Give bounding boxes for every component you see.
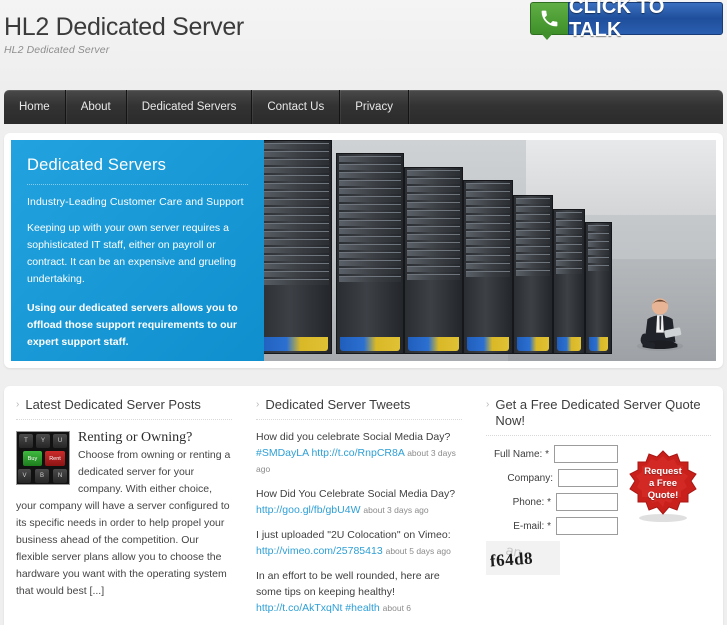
server-rack bbox=[462, 179, 513, 355]
tweets-widget-heading: › Dedicated Server Tweets bbox=[256, 397, 462, 420]
company-row: Company: bbox=[486, 469, 618, 487]
server-rack bbox=[512, 195, 554, 355]
captcha-text: f64d8 bbox=[489, 548, 534, 571]
quote-widget-heading: › Get a Free Dedicated Server Quote Now! bbox=[486, 397, 711, 436]
key-v: V bbox=[18, 469, 31, 483]
main-navigation: Home About Dedicated Servers Contact Us … bbox=[4, 90, 723, 124]
click-to-talk-label: CLICK TO TALK bbox=[568, 0, 723, 41]
key-y: Y bbox=[36, 434, 50, 448]
key-rent: Rent bbox=[45, 451, 65, 466]
phone-input[interactable] bbox=[556, 493, 618, 511]
full-name-row: Full Name: * bbox=[486, 445, 618, 463]
server-rack bbox=[404, 166, 463, 355]
hero-section: Dedicated Servers Industry-Leading Custo… bbox=[4, 133, 723, 368]
hero-text-panel: Dedicated Servers Industry-Leading Custo… bbox=[11, 140, 264, 361]
key-b: B bbox=[35, 469, 49, 483]
quote-form-widget: › Get a Free Dedicated Server Quote Now!… bbox=[474, 386, 723, 625]
click-to-talk-button[interactable]: CLICK TO TALK bbox=[530, 0, 723, 41]
company-label: Company: bbox=[507, 472, 553, 484]
tweet-link[interactable]: http://t.co/AkTxqNt bbox=[256, 602, 342, 614]
tweet-item: How did you celebrate Social Media Day? … bbox=[256, 429, 462, 477]
tweet-link[interactable]: http://goo.gl/fb/gbU4W bbox=[256, 504, 360, 516]
latest-posts-widget: › Latest Dedicated Server Posts T Y U Bu… bbox=[4, 386, 244, 625]
server-rack bbox=[264, 140, 332, 355]
server-rack bbox=[336, 153, 405, 355]
full-name-input[interactable] bbox=[554, 445, 618, 463]
ceiling bbox=[526, 140, 716, 216]
tweets-widget-title: Dedicated Server Tweets bbox=[265, 397, 411, 412]
seated-man-illustration bbox=[636, 298, 684, 352]
request-quote-badge[interactable]: Request a Free Quote! bbox=[626, 449, 700, 523]
tweets-widget: › Dedicated Server Tweets How did you ce… bbox=[244, 386, 474, 625]
hero-subtitle: Industry-Leading Customer Care and Suppo… bbox=[27, 196, 244, 208]
tweet-hashtag[interactable]: #SMDayLA bbox=[256, 447, 309, 459]
tweet-link[interactable]: http://vimeo.com/25785413 bbox=[256, 545, 383, 557]
tweet-text: In an effort to be well rounded, here ar… bbox=[256, 570, 440, 598]
phone-row: Phone: * bbox=[486, 493, 618, 511]
tweet-timestamp: about 6 bbox=[382, 603, 412, 613]
site-header: HL2 Dedicated Server HL2 Dedicated Serve… bbox=[0, 0, 727, 90]
tweet-text: I just uploaded "2U Colocation" on Vimeo… bbox=[256, 529, 451, 541]
tweet-link[interactable]: http://t.co/RnpCR8A bbox=[311, 447, 404, 459]
nav-item-contact-us[interactable]: Contact Us bbox=[252, 90, 341, 124]
chevron-right-icon: › bbox=[486, 399, 490, 410]
phone-label: Phone: * bbox=[512, 496, 551, 508]
nav-item-about[interactable]: About bbox=[66, 90, 127, 124]
tweet-timestamp: about 3 days ago bbox=[363, 505, 429, 515]
key-t: T bbox=[19, 434, 33, 448]
content-columns: › Latest Dedicated Server Posts T Y U Bu… bbox=[4, 386, 723, 625]
key-n: N bbox=[53, 469, 67, 483]
post-thumbnail[interactable]: T Y U Buy Rent V B N bbox=[16, 431, 70, 485]
email-row: E-mail: * bbox=[486, 517, 618, 535]
tweet-text: How Did You Celebrate Social Media Day? bbox=[256, 488, 456, 500]
quote-form: Full Name: * Company: Phone: * E-mail: * bbox=[486, 445, 711, 575]
posts-widget-title: Latest Dedicated Server Posts bbox=[25, 397, 201, 412]
server-rack bbox=[553, 208, 585, 355]
key-buy: Buy bbox=[23, 451, 42, 466]
tweet-timestamp: about 5 days ago bbox=[385, 546, 451, 556]
posts-widget-heading: › Latest Dedicated Server Posts bbox=[16, 397, 232, 420]
hero-body-text: Keeping up with your own server requires… bbox=[27, 222, 236, 285]
email-label: E-mail: * bbox=[513, 520, 551, 532]
tweet-item: In an effort to be well rounded, here ar… bbox=[256, 568, 462, 616]
company-input[interactable] bbox=[558, 469, 618, 487]
email-input[interactable] bbox=[556, 517, 618, 535]
tweet-text: How did you celebrate Social Media Day? bbox=[256, 431, 451, 443]
nav-item-privacy[interactable]: Privacy bbox=[340, 90, 409, 124]
chevron-right-icon: › bbox=[256, 399, 260, 410]
server-room-image bbox=[264, 140, 716, 361]
tweet-item: How Did You Celebrate Social Media Day? … bbox=[256, 486, 462, 518]
form-fields: Full Name: * Company: Phone: * E-mail: * bbox=[486, 445, 618, 575]
hero-title: Dedicated Servers bbox=[27, 156, 248, 185]
captcha-image: an f64d8 bbox=[486, 541, 560, 575]
hero-highlight-text: Using our dedicated servers allows you t… bbox=[27, 302, 238, 348]
full-name-label: Full Name: * bbox=[493, 448, 549, 460]
server-rack bbox=[584, 221, 613, 355]
nav-item-dedicated-servers[interactable]: Dedicated Servers bbox=[127, 90, 253, 124]
key-u: U bbox=[53, 434, 67, 448]
nav-item-home[interactable]: Home bbox=[4, 90, 66, 124]
site-tagline: HL2 Dedicated Server bbox=[4, 44, 110, 56]
chevron-right-icon: › bbox=[16, 399, 20, 410]
tweet-hashtag[interactable]: #health bbox=[345, 602, 379, 614]
tweet-item: I just uploaded "2U Colocation" on Vimeo… bbox=[256, 527, 462, 559]
phone-icon bbox=[530, 2, 568, 40]
quote-widget-title: Get a Free Dedicated Server Quote Now! bbox=[495, 397, 701, 428]
